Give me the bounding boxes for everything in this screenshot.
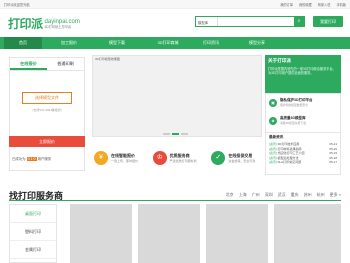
top-link-mobile[interactable]: 手机版 xyxy=(336,2,346,7)
nav-home[interactable]: 首页 xyxy=(4,37,42,49)
city-link[interactable]: 广州 xyxy=(252,192,260,198)
nav-share[interactable]: 模型分享 xyxy=(238,37,276,49)
top-link-merchant[interactable]: 商家入驻 xyxy=(318,2,331,7)
top-bar: 打印派欢迎您光临 我的订单 我的收藏 商家入驻 手机版 xyxy=(0,0,350,9)
city-link[interactable]: 苏州 xyxy=(304,192,312,198)
service-item[interactable]: ◈ 高质量3D模型库 海量3D模型免费下载 xyxy=(269,116,306,125)
quote-tabs: 在线报价 普通印刷 xyxy=(9,57,85,71)
nav-shop[interactable]: 3D打印商城 xyxy=(146,37,190,49)
nav-quote[interactable]: 加工报价 xyxy=(50,37,88,49)
city-link[interactable]: 北京 xyxy=(226,192,234,198)
service-item[interactable]: ▣ 隐私保护3D打印平台 保护您的模型数据安全 xyxy=(269,98,312,107)
tab-online-quote[interactable]: 在线报价 xyxy=(10,58,47,70)
crown-icon: ♔ xyxy=(152,151,167,165)
welcome-text: 打印派欢迎您光临 xyxy=(4,3,30,7)
model-library-icon: ◈ xyxy=(269,116,277,125)
top-link-orders[interactable]: 我的订单 xyxy=(280,2,293,7)
news-tag: [资讯] xyxy=(269,151,277,156)
top-links: 我的订单 我的收藏 商家入驻 手机版 xyxy=(280,2,346,7)
city-link[interactable]: 武汉 xyxy=(278,192,286,198)
about-box: 关于打印派 打印派是国内领先的一家3D打印综合服务平台，为3D打印用户提供全面的… xyxy=(265,55,341,93)
hero-banner[interactable]: 3D打印模型效果图 xyxy=(92,55,262,137)
city-filter: 北京 上海 广州 深圳 武汉 重庆 苏州 杭州 更多 » xyxy=(226,192,341,198)
banner-dot-active[interactable] xyxy=(172,133,179,135)
news-text: 光固化打印工艺介绍 xyxy=(277,151,305,156)
provider-card[interactable] xyxy=(274,204,341,263)
category-desktop[interactable]: 桌面打印 xyxy=(10,205,56,223)
site-logo[interactable]: 打印派 dayinpai.com 3D打印就上打印派 xyxy=(8,15,80,32)
yen-icon: ¥ xyxy=(94,151,108,165)
city-link[interactable]: 深圳 xyxy=(265,192,273,198)
provider-category-menu: 桌面打印 塑料打印 金属打印 xyxy=(9,204,57,263)
search-icon: ⌕ xyxy=(297,18,301,24)
section-divider xyxy=(9,200,341,201)
feature-providers[interactable]: ♔ 优质服务商 严选优质打印服务商 xyxy=(151,142,204,174)
service-box: ▣ 隐私保护3D打印平台 保护您的模型数据安全 ◈ 高质量3D模型库 海量3D模… xyxy=(265,93,341,133)
category-metal[interactable]: 金属打印 xyxy=(10,241,56,259)
shield-check-icon: ✓ xyxy=(211,151,226,165)
nav-news[interactable]: 打印资讯 xyxy=(192,37,230,49)
top-link-favorites[interactable]: 我的收藏 xyxy=(299,2,312,7)
logo-domain: dayinpai.com xyxy=(44,18,80,25)
news-box: 最新资讯 [资讯] 3D打印技术应用 05-21 [资讯] 打印材料选择指南 05-… xyxy=(265,133,341,175)
feature-desc: 资金担保，安全可靠 xyxy=(228,159,256,163)
tab-normal-print[interactable]: 普通印刷 xyxy=(47,58,84,70)
quote-submit-button[interactable]: 立即报价 xyxy=(9,136,85,147)
feature-quote[interactable]: ¥ 在线智能报价 一键上传，即时报价 xyxy=(92,142,145,174)
news-date: 05-17 xyxy=(329,160,337,165)
news-text: SLA打印常见问题 xyxy=(277,160,302,165)
city-link[interactable]: 重庆 xyxy=(291,192,299,198)
provider-card[interactable] xyxy=(206,204,268,263)
search-input[interactable] xyxy=(218,17,294,26)
feature-desc: 一键上传，即时报价 xyxy=(111,159,139,163)
upload-note: (支持STL/OBJ等格式) xyxy=(32,108,62,112)
banner-dots xyxy=(163,133,188,135)
search-bar: 模型库 ⌕ xyxy=(195,16,305,27)
upload-model-button[interactable]: 选择模型文件 xyxy=(22,92,72,104)
category-plastic[interactable]: 塑料打印 xyxy=(10,223,56,241)
news-item[interactable]: [资讯] SLA打印常见问题 05-17 xyxy=(269,160,337,165)
stat-suffix: 用户服务 xyxy=(37,157,52,161)
search-button[interactable]: ⌕ xyxy=(294,17,304,26)
news-title: 最新资讯 xyxy=(269,135,284,139)
banner-dot[interactable] xyxy=(163,133,170,135)
about-title: 关于打印派 xyxy=(268,58,291,63)
nav-models[interactable]: 模型下载 xyxy=(98,37,136,49)
news-tag: [资讯] xyxy=(269,160,277,165)
city-link[interactable]: 杭州 xyxy=(317,192,325,198)
city-more-link[interactable]: 更多 » xyxy=(330,192,341,198)
city-link[interactable]: 上海 xyxy=(239,192,247,198)
provider-card[interactable] xyxy=(138,204,200,263)
service-desc: 海量3D模型免费下载 xyxy=(280,121,306,125)
provider-card[interactable] xyxy=(70,204,132,263)
banner-dot[interactable] xyxy=(181,133,188,135)
feature-escrow[interactable]: ✓ 在线担保交易 资金担保，安全可靠 xyxy=(209,142,262,174)
search-category-select[interactable]: 模型库 xyxy=(196,17,218,26)
main-nav: 首页 加工报价 模型下载 3D打印商城 打印资讯 模型分享 xyxy=(0,37,350,49)
banner-label: 3D打印模型效果图 xyxy=(95,57,120,61)
news-text: 3D打印技术应用 xyxy=(277,142,300,146)
about-text: 打印派是国内领先的一家3D打印综合服务平台，为3D打印用户提供全面的服务。 xyxy=(268,67,336,76)
stat-prefix: 已成功为 xyxy=(12,157,26,161)
news-tag: [资讯] xyxy=(269,142,277,146)
served-stat: 已成功为 0 1 0 用户服务 xyxy=(12,156,51,161)
stat-digits: 0 1 0 xyxy=(26,156,37,161)
feature-desc: 严选优质打印服务商 xyxy=(169,159,197,163)
feature-row: ¥ 在线智能报价 一键上传，即时报价 ♔ 优质服务商 严选优质打印服务商 ✓ 在… xyxy=(92,142,262,174)
logo-text: 打印派 xyxy=(8,17,43,31)
privacy-icon: ▣ xyxy=(269,98,277,107)
publish-button[interactable]: 我要打印 xyxy=(313,16,343,27)
service-desc: 保护您的模型数据安全 xyxy=(280,103,308,107)
news-tag: [资讯] xyxy=(269,146,277,151)
news-text: 打印材料选择指南 xyxy=(277,146,302,151)
logo-slogan: 3D打印就上打印派 xyxy=(44,24,71,29)
